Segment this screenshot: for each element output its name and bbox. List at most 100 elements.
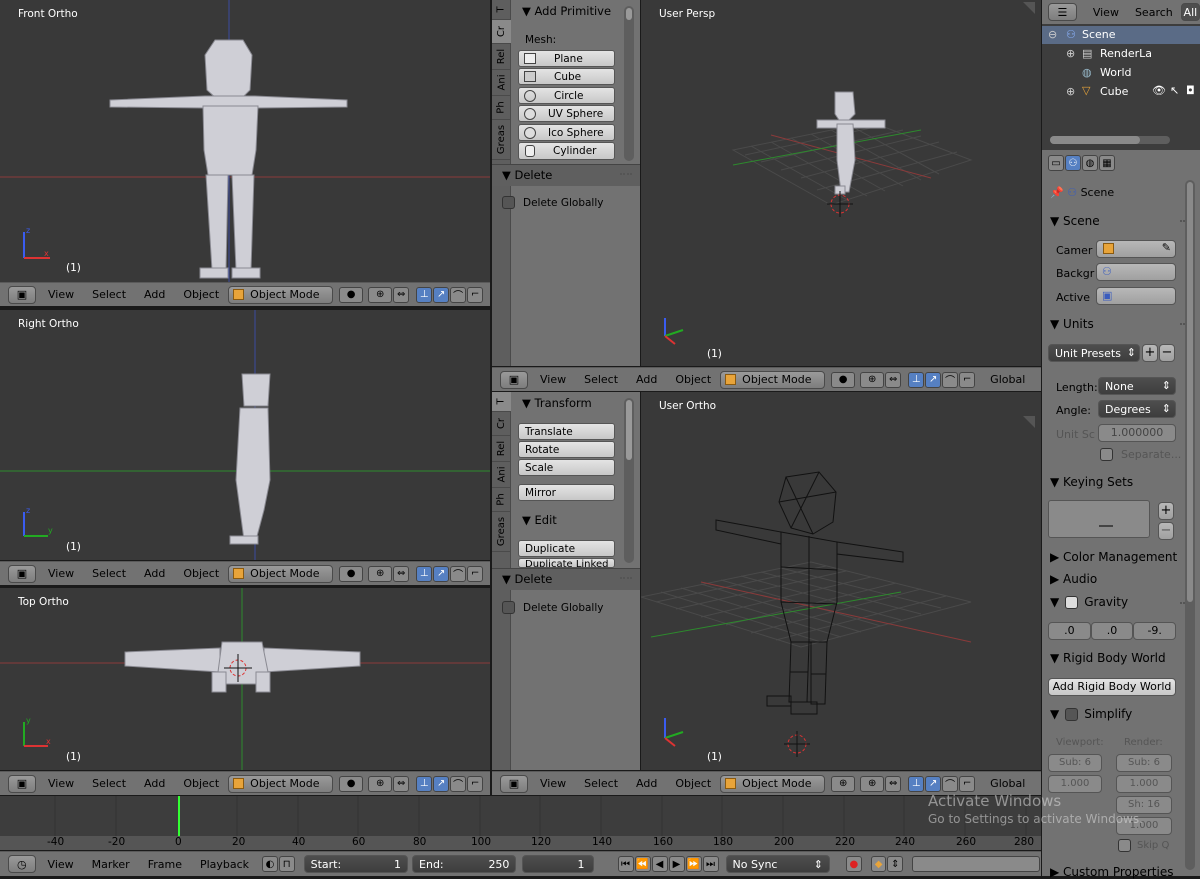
preview-range-icon[interactable]: ◐: [262, 856, 278, 872]
scale-button[interactable]: Scale: [518, 459, 615, 476]
manipulator-icon[interactable]: ⊥: [416, 565, 433, 582]
tab-relations[interactable]: Rel: [492, 44, 511, 70]
manipulator-icon[interactable]: ⊥: [908, 371, 925, 388]
subdivision-viewport-field[interactable]: Sub: 6: [1048, 754, 1102, 772]
shadow-samples-field[interactable]: Sh: 16: [1116, 796, 1172, 814]
tool-scrollbar[interactable]: [624, 398, 634, 563]
collapse-icon[interactable]: ⊖: [1048, 28, 1057, 41]
jump-start-icon[interactable]: ⏮: [617, 856, 634, 872]
rotate-icon[interactable]: ⌒: [942, 371, 959, 388]
camera-field[interactable]: ✎: [1096, 240, 1176, 258]
menu-select[interactable]: Select: [584, 777, 618, 790]
editor-type-icon[interactable]: ☰: [1048, 3, 1077, 21]
scale-icon[interactable]: ⌐: [467, 286, 484, 303]
tab-grease[interactable]: Greas: [492, 512, 511, 552]
editor-type-icon[interactable]: ▣: [8, 285, 36, 304]
delete-globally-checkbox[interactable]: Delete Globally: [502, 601, 603, 614]
prev-keyframe-icon[interactable]: ⏪: [634, 856, 651, 872]
start-frame-field[interactable]: Start: 1: [303, 855, 409, 873]
area-corner-icon[interactable]: [1023, 416, 1035, 428]
rotate-icon[interactable]: ⌒: [942, 775, 959, 792]
menu-add[interactable]: Add: [144, 567, 165, 580]
next-keyframe-icon[interactable]: ⏩: [685, 856, 702, 872]
add-ico-sphere-button[interactable]: Ico Sphere: [518, 124, 615, 141]
scene-tab-icon[interactable]: ⚇: [1065, 155, 1081, 171]
camera-icon[interactable]: ◘: [1186, 84, 1195, 97]
gravity-x-field[interactable]: .0: [1048, 622, 1091, 640]
menu-add[interactable]: Add: [144, 288, 165, 301]
menu-object[interactable]: Object: [183, 567, 219, 580]
translate-icon[interactable]: ↗: [925, 371, 942, 388]
tab-create[interactable]: Cr: [492, 20, 511, 44]
display-mode-select[interactable]: All: [1180, 3, 1200, 21]
remove-keying-set-button[interactable]: −: [1158, 522, 1174, 540]
play-icon[interactable]: ▶: [668, 856, 685, 872]
unit-presets-select[interactable]: Unit Presets ⇕: [1048, 344, 1140, 362]
duplicate-button[interactable]: Duplicate: [518, 540, 615, 557]
ao-sss-field[interactable]: 1.000: [1116, 817, 1172, 835]
add-cube-button[interactable]: Cube: [518, 68, 615, 85]
record-icon[interactable]: ●: [845, 856, 862, 872]
delete-panel-header[interactable]: ▼ Delete: [492, 568, 640, 590]
jump-end-icon[interactable]: ⏭: [702, 856, 719, 872]
menu-object[interactable]: Object: [675, 777, 711, 790]
scale-icon[interactable]: ⌐: [467, 565, 484, 582]
tab-grease[interactable]: Greas: [492, 120, 511, 160]
audio-panel-header[interactable]: ▶ Audio: [1050, 572, 1097, 586]
orientation-select[interactable]: Global: [990, 777, 1025, 790]
menu-playback[interactable]: Playback: [200, 858, 249, 871]
play-reverse-icon[interactable]: ◀: [651, 856, 668, 872]
keying-set-field[interactable]: [912, 856, 1041, 872]
translate-icon[interactable]: ↗: [433, 286, 450, 303]
child-particles-render-field[interactable]: 1.000: [1116, 775, 1172, 793]
snap-icon[interactable]: ⇔: [393, 775, 410, 792]
viewport-top-ortho[interactable]: y x Top Ortho (1): [0, 588, 490, 770]
add-uv-sphere-button[interactable]: UV Sphere: [518, 105, 615, 122]
rotate-icon[interactable]: ⌒: [450, 565, 467, 582]
outliner-scrollbar[interactable]: [1050, 136, 1170, 144]
add-preset-button[interactable]: +: [1142, 344, 1158, 362]
shading-icon[interactable]: ●: [339, 286, 364, 303]
outliner-item-renderlayers[interactable]: ⊕ ▤ RenderLa: [1042, 45, 1200, 63]
snap-icon[interactable]: ⇔: [393, 565, 410, 582]
menu-marker[interactable]: Marker: [92, 858, 130, 871]
scale-icon[interactable]: ⌐: [959, 371, 976, 388]
expand-icon[interactable]: ⊕: [1066, 85, 1075, 98]
rotate-button[interactable]: Rotate: [518, 441, 615, 458]
outliner-item-world[interactable]: ◍ World: [1042, 64, 1200, 82]
delete-panel-header[interactable]: ▼ Delete: [492, 164, 640, 186]
shading-icon[interactable]: ⊕: [831, 775, 856, 792]
translate-button[interactable]: Translate: [518, 423, 615, 440]
translate-icon[interactable]: ↗: [433, 775, 450, 792]
scale-icon[interactable]: ⌐: [467, 775, 484, 792]
pin-icon[interactable]: 📌: [1050, 186, 1064, 199]
color-management-panel-header[interactable]: ▶ Color Management: [1050, 550, 1177, 564]
viewport-right-ortho[interactable]: z y Right Ortho (1): [0, 310, 490, 560]
tool-scrollbar[interactable]: [624, 6, 634, 161]
rotate-icon[interactable]: ⌒: [450, 286, 467, 303]
simplify-checkbox[interactable]: [1065, 707, 1079, 721]
sync-mode-select[interactable]: No Sync ⇕: [725, 855, 830, 873]
pivot-icon[interactable]: ⊕: [368, 286, 393, 303]
viewport-user-ortho[interactable]: User Ortho (1): [641, 392, 1041, 770]
skip-quad-checkbox[interactable]: Skip Q: [1118, 839, 1169, 852]
menu-view[interactable]: View: [48, 858, 74, 871]
dropdown-arrows-icon[interactable]: ⇕: [887, 856, 904, 872]
tab-relations[interactable]: Rel: [492, 436, 511, 462]
background-field[interactable]: ⚇: [1096, 263, 1176, 281]
eye-icon[interactable]: 👁: [1152, 84, 1166, 97]
mirror-button[interactable]: Mirror: [518, 484, 615, 501]
scene-panel-header[interactable]: ▼ Scene: [1050, 214, 1100, 228]
add-circle-button[interactable]: Circle: [518, 87, 615, 104]
manipulator-icon[interactable]: ⊥: [416, 286, 433, 303]
angle-select[interactable]: Degrees ⇕: [1098, 400, 1176, 418]
tab-tools[interactable]: T: [492, 0, 511, 20]
translate-icon[interactable]: ↗: [925, 775, 942, 792]
editor-type-icon[interactable]: ▣: [500, 774, 528, 793]
menu-object[interactable]: Object: [183, 288, 219, 301]
keying-sets-list[interactable]: [1048, 500, 1150, 538]
orientation-select[interactable]: Global: [990, 373, 1025, 386]
area-corner-icon[interactable]: [1023, 2, 1035, 14]
menu-add[interactable]: Add: [636, 777, 657, 790]
pivot-icon[interactable]: ⊕: [860, 371, 885, 388]
